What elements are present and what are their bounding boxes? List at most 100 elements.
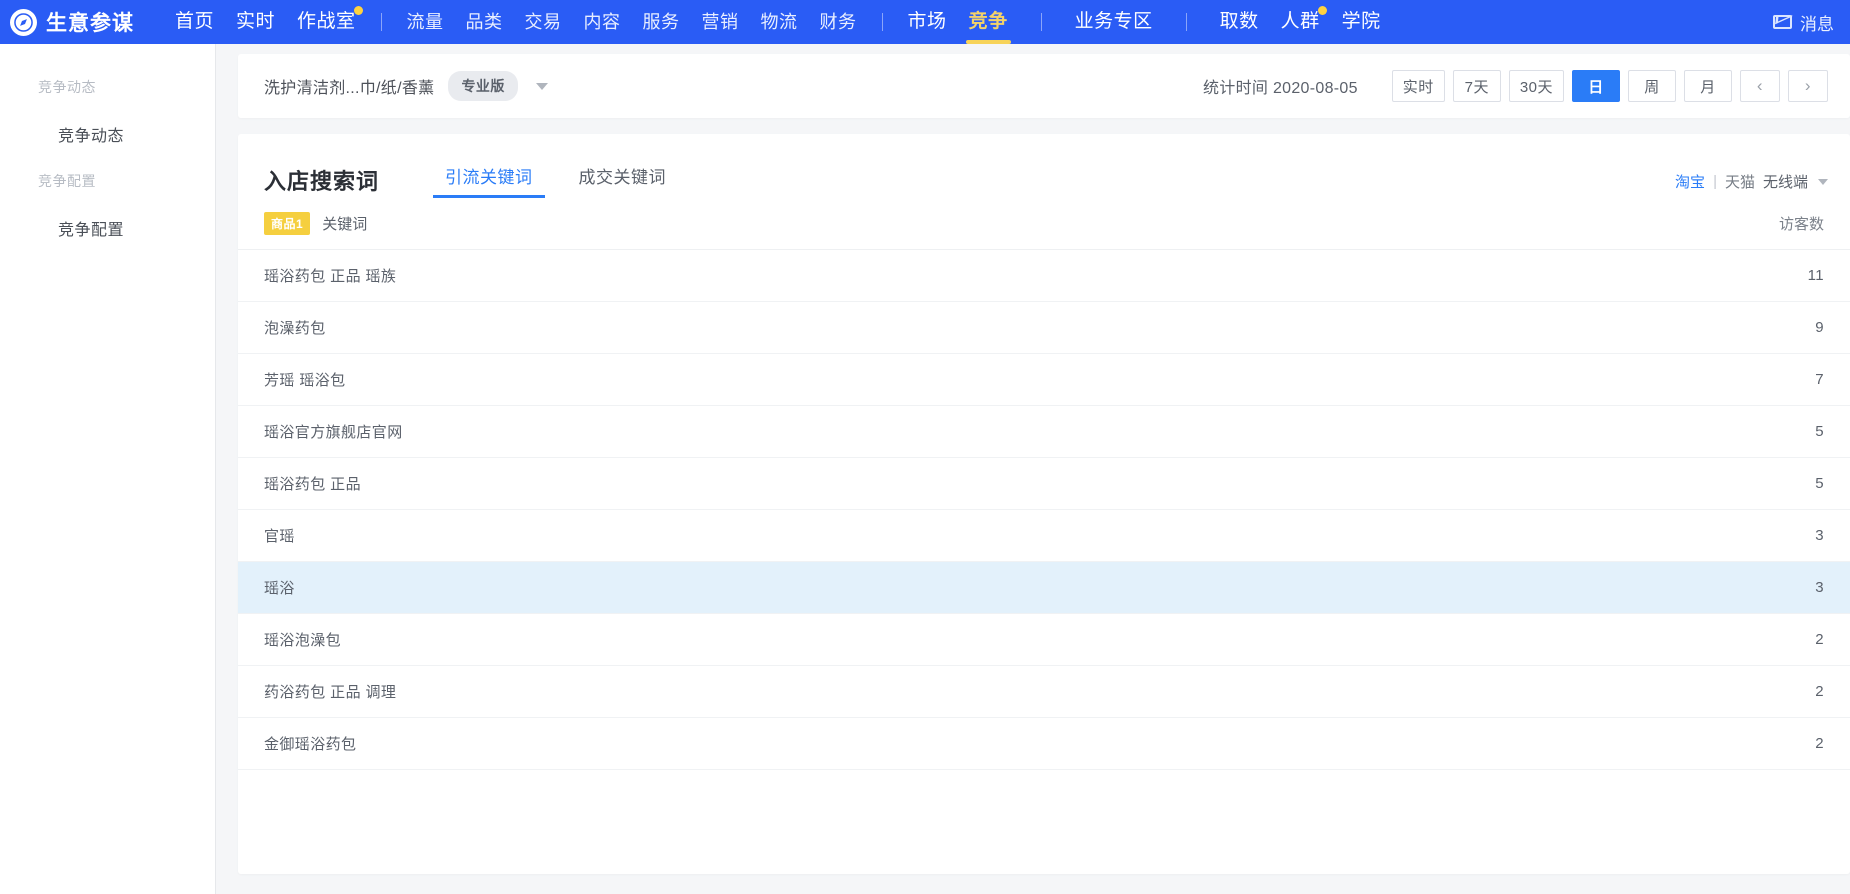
chevron-down-icon[interactable] — [535, 82, 548, 90]
nav-item-logistics-label: 物流 — [760, 12, 798, 32]
nav-item-academy[interactable]: 学院 — [1331, 0, 1392, 44]
nav-item-finance[interactable]: 财务 — [809, 0, 868, 44]
tab-transaction-keywords-label: 成交关键词 — [578, 168, 667, 187]
cell-keyword: 药浴药包 正品 调理 — [238, 665, 1650, 718]
nav-item-market[interactable]: 市场 — [897, 0, 958, 44]
keywords-table: 商品1 关键词 访客数 瑶浴药包 正品 瑶族 11 泡澡药包 9 芳瑶 瑶浴包 … — [238, 198, 1850, 770]
page-layout: 竞争动态 竞争动态 竞争配置 竞争配置 洗护清洁剂...巾/纸/香薰 专业版 统… — [0, 44, 1850, 894]
table-row[interactable]: 泡澡药包 9 — [238, 301, 1850, 354]
table-row[interactable]: 官瑶 3 — [238, 509, 1850, 562]
granularity-button-week[interactable]: 周 — [1628, 70, 1676, 102]
table-row[interactable]: 瑶浴药包 正品 5 — [238, 457, 1850, 510]
cell-visitors: 2 — [1650, 717, 1850, 770]
nav-item-finance-label: 财务 — [819, 12, 857, 32]
stat-time-label: 统计时间 2020-08-05 — [1203, 80, 1358, 97]
cell-visitors: 3 — [1650, 509, 1850, 562]
channel-filter: 淘宝 | 天猫 无线端 — [1675, 171, 1828, 192]
nav-item-competition[interactable]: 竞争 — [958, 0, 1019, 44]
cell-keyword: 金御瑶浴药包 — [238, 717, 1650, 770]
range-button-realtime[interactable]: 实时 — [1391, 70, 1445, 102]
cell-keyword: 官瑶 — [238, 509, 1650, 562]
nav-item-content[interactable]: 内容 — [573, 0, 632, 44]
nav-item-crowd[interactable]: 人群 — [1270, 0, 1331, 44]
range-button-30days[interactable]: 30天 — [1508, 70, 1564, 102]
nav-item-traffic-label: 流量 — [406, 12, 444, 32]
goods-badge: 商品1 — [264, 212, 311, 235]
date-range-segment: 实时 7天 30天 日 周 月 ‹ › — [1384, 70, 1828, 102]
nav-item-content-label: 内容 — [583, 12, 621, 32]
nav-item-realtime[interactable]: 实时 — [225, 0, 286, 44]
range-button-7days[interactable]: 7天 — [1452, 70, 1501, 102]
main-content: 洗护清洁剂...巾/纸/香薰 专业版 统计时间 2020-08-05 实时 7天… — [216, 44, 1850, 894]
table-row[interactable]: 芳瑶 瑶浴包 7 — [238, 353, 1850, 406]
nav-item-academy-label: 学院 — [1341, 11, 1381, 32]
nav-divider — [1040, 13, 1042, 31]
terminal-option-wireless[interactable]: 无线端 — [1763, 171, 1808, 192]
message-entry[interactable]: 消息 — [1773, 10, 1836, 35]
range-button-30days-label: 30天 — [1519, 78, 1553, 96]
granularity-button-month-label: 月 — [1700, 78, 1716, 96]
table-row[interactable]: 瑶浴 3 — [238, 561, 1850, 614]
nav-item-warroom[interactable]: 作战室 — [286, 0, 367, 44]
nav-item-home-label: 首页 — [175, 11, 215, 32]
nav-divider — [380, 13, 382, 31]
brand-name: 生意参谋 — [46, 12, 134, 35]
nav-item-transaction[interactable]: 交易 — [514, 0, 573, 44]
cell-keyword: 泡澡药包 — [238, 301, 1650, 354]
granularity-button-week-label: 周 — [1644, 78, 1660, 96]
notification-dot-icon — [353, 6, 363, 15]
table-row[interactable]: 药浴药包 正品 调理 2 — [238, 665, 1850, 718]
table-row[interactable]: 瑶浴泡澡包 2 — [238, 613, 1850, 666]
granularity-button-day-label: 日 — [1588, 78, 1604, 96]
nav-item-traffic[interactable]: 流量 — [396, 0, 455, 44]
tab-transaction-keywords[interactable]: 成交关键词 — [573, 163, 673, 198]
granularity-button-month[interactable]: 月 — [1684, 70, 1732, 102]
nav-item-service[interactable]: 服务 — [632, 0, 691, 44]
top-navigation-bar: 生意参谋 首页 实时 作战室 流量 品类 交易 内容 服务 营销 物流 财务 市… — [0, 0, 1850, 44]
channel-option-tmall[interactable]: 天猫 — [1725, 171, 1755, 192]
table-row[interactable]: 金御瑶浴药包 2 — [238, 717, 1850, 770]
cell-visitors: 5 — [1650, 405, 1850, 458]
channel-option-taobao[interactable]: 淘宝 — [1675, 171, 1705, 192]
cell-keyword: 瑶浴药包 正品 瑶族 — [238, 249, 1650, 302]
sidebar: 竞争动态 竞争动态 竞争配置 竞争配置 — [0, 44, 216, 894]
chevron-down-icon[interactable] — [1818, 178, 1828, 185]
nav-item-category[interactable]: 品类 — [455, 0, 514, 44]
column-header-keyword: 商品1 关键词 — [238, 198, 1650, 250]
nav-divider — [881, 13, 883, 31]
pro-version-badge: 专业版 — [448, 71, 518, 101]
card-header: 入店搜索词 引流关键词 成交关键词 淘宝 | 天猫 无线端 — [238, 134, 1850, 198]
nav-item-market-label: 市场 — [907, 11, 947, 32]
chevron-left-icon[interactable]: ‹ — [1740, 70, 1780, 102]
nav-item-home[interactable]: 首页 — [164, 0, 225, 44]
nav-item-category-label: 品类 — [465, 12, 503, 32]
next-period-label: › — [1804, 76, 1812, 95]
tab-traffic-keywords[interactable]: 引流关键词 — [433, 163, 544, 198]
sidebar-item-competition-config[interactable]: 竞争配置 — [0, 204, 215, 252]
granularity-button-day[interactable]: 日 — [1572, 70, 1620, 102]
nav-item-logistics[interactable]: 物流 — [750, 0, 809, 44]
table-row[interactable]: 瑶浴官方旗舰店官网 5 — [238, 405, 1850, 458]
card-tabs: 引流关键词 成交关键词 — [433, 163, 706, 198]
chevron-right-icon[interactable]: › — [1788, 70, 1828, 102]
nav-item-service-label: 服务 — [642, 12, 680, 32]
cell-visitors: 2 — [1650, 613, 1850, 666]
nav-item-marketing[interactable]: 营销 — [691, 0, 750, 44]
sidebar-item-competition-trend[interactable]: 竞争动态 — [0, 110, 215, 158]
nav-divider — [1185, 13, 1187, 31]
table-row[interactable]: 瑶浴药包 正品 瑶族 11 — [238, 249, 1850, 302]
cell-keyword: 瑶浴官方旗舰店官网 — [238, 405, 1650, 458]
mail-icon — [1773, 15, 1792, 29]
sidebar-group-competition-trend: 竞争动态 — [38, 79, 96, 95]
page-title: 入店搜索词 — [264, 169, 380, 194]
prev-period-label: ‹ — [1756, 76, 1764, 95]
cell-keyword: 芳瑶 瑶浴包 — [238, 353, 1650, 406]
cell-visitors: 7 — [1650, 353, 1850, 406]
nav-item-business-zone[interactable]: 业务专区 — [1064, 0, 1164, 44]
brand[interactable]: 生意参谋 — [10, 7, 134, 37]
nav-item-realtime-label: 实时 — [236, 11, 276, 32]
nav-item-competition-label: 竞争 — [968, 11, 1008, 32]
nav-item-fetch-data[interactable]: 取数 — [1209, 0, 1270, 44]
search-keywords-card: 入店搜索词 引流关键词 成交关键词 淘宝 | 天猫 无线端 商品1 关键词 访客… — [238, 134, 1850, 874]
nav-item-business-zone-label: 业务专区 — [1074, 11, 1153, 32]
